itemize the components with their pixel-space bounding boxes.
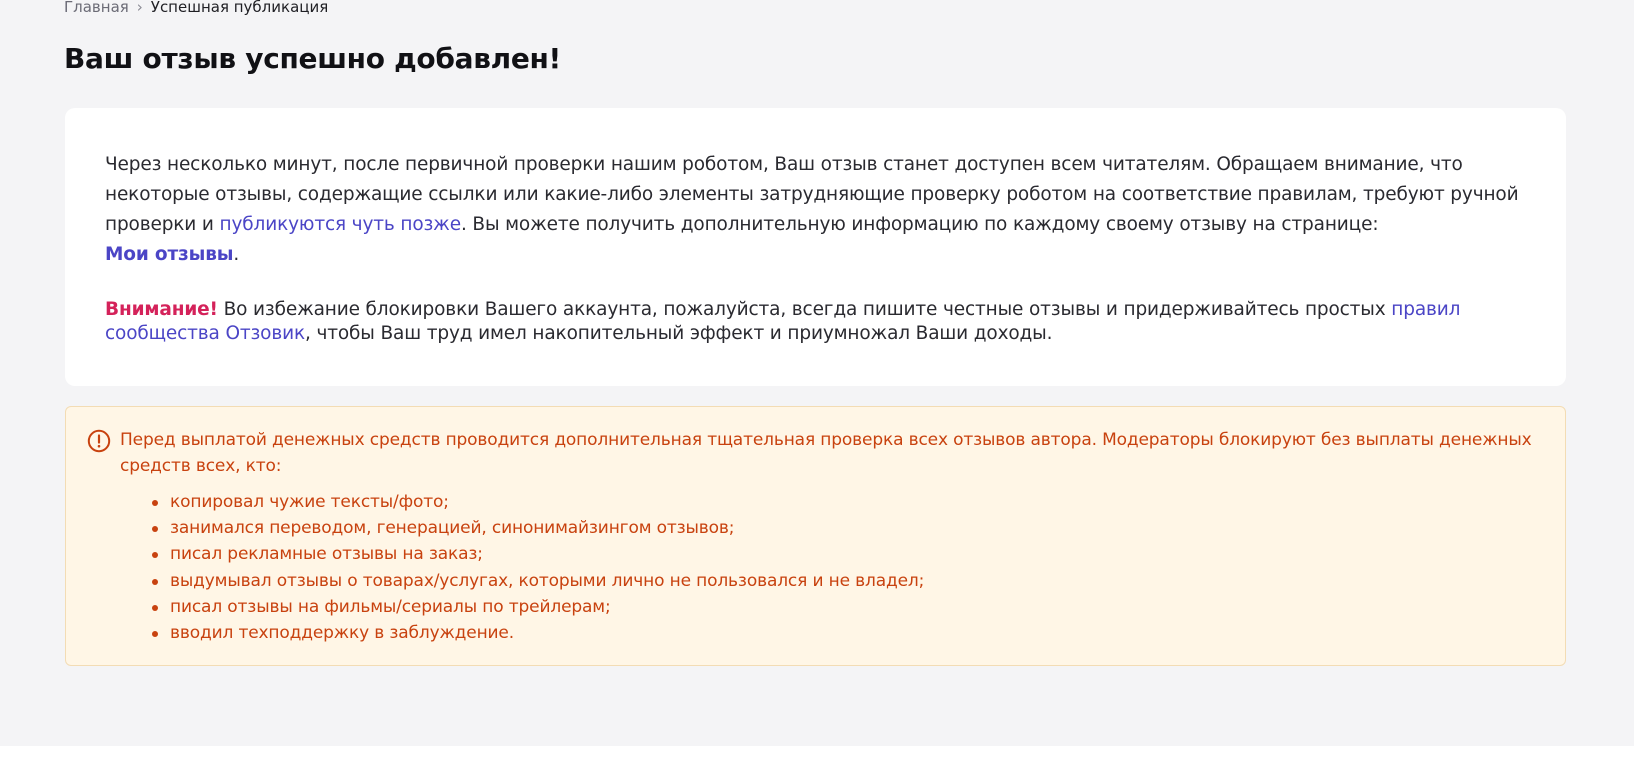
breadcrumb-current: Успешная публикация	[150, 0, 329, 16]
list-item: писал отзывы на фильмы/сериалы по трейле…	[151, 594, 924, 620]
success-text-part3: .	[233, 244, 240, 265]
success-message: Через несколько минут, после первичной п…	[105, 150, 1535, 270]
warning-text-part1: Во избежание блокировки Вашего аккаунта,…	[217, 299, 1392, 320]
success-text-part2: . Вы можете получить дополнительную инфо…	[460, 214, 1379, 235]
list-item: вводил техподдержку в заблуждение.	[151, 620, 924, 646]
payout-notice: Перед выплатой денежных средств проводит…	[65, 406, 1566, 666]
breadcrumb-home-link[interactable]: Главная	[64, 0, 129, 16]
published-later-link[interactable]: публикуются чуть позже	[220, 214, 462, 235]
page-title: Ваш отзыв успешно добавлен!	[64, 42, 562, 75]
list-item: писал рекламные отзывы на заказ;	[151, 541, 924, 567]
breadcrumb: Главная › Успешная публикация	[64, 0, 328, 17]
success-card: Через несколько минут, после первичной п…	[65, 108, 1566, 386]
exclamation-circle-icon	[87, 429, 111, 453]
list-item: занимался переводом, генерацией, синоним…	[151, 515, 924, 541]
list-item: выдумывал отзывы о товарах/услугах, кото…	[151, 568, 924, 594]
attention-label: Внимание!	[105, 299, 218, 320]
list-item: копировал чужие тексты/фото;	[151, 489, 924, 515]
notice-list: копировал чужие тексты/фото; занимался п…	[151, 489, 924, 646]
warning-text-part2: , чтобы Ваш труд имел накопительный эффе…	[305, 323, 1053, 344]
page-background: Главная › Успешная публикация Ваш отзыв ус…	[0, 0, 1634, 746]
my-reviews-link[interactable]: Мои отзывы	[105, 244, 234, 265]
breadcrumb-separator: ›	[136, 0, 143, 16]
warning-message: Внимание! Во избежание блокировки Вашего…	[105, 298, 1535, 346]
notice-intro: Перед выплатой денежных средств проводит…	[120, 430, 1532, 476]
